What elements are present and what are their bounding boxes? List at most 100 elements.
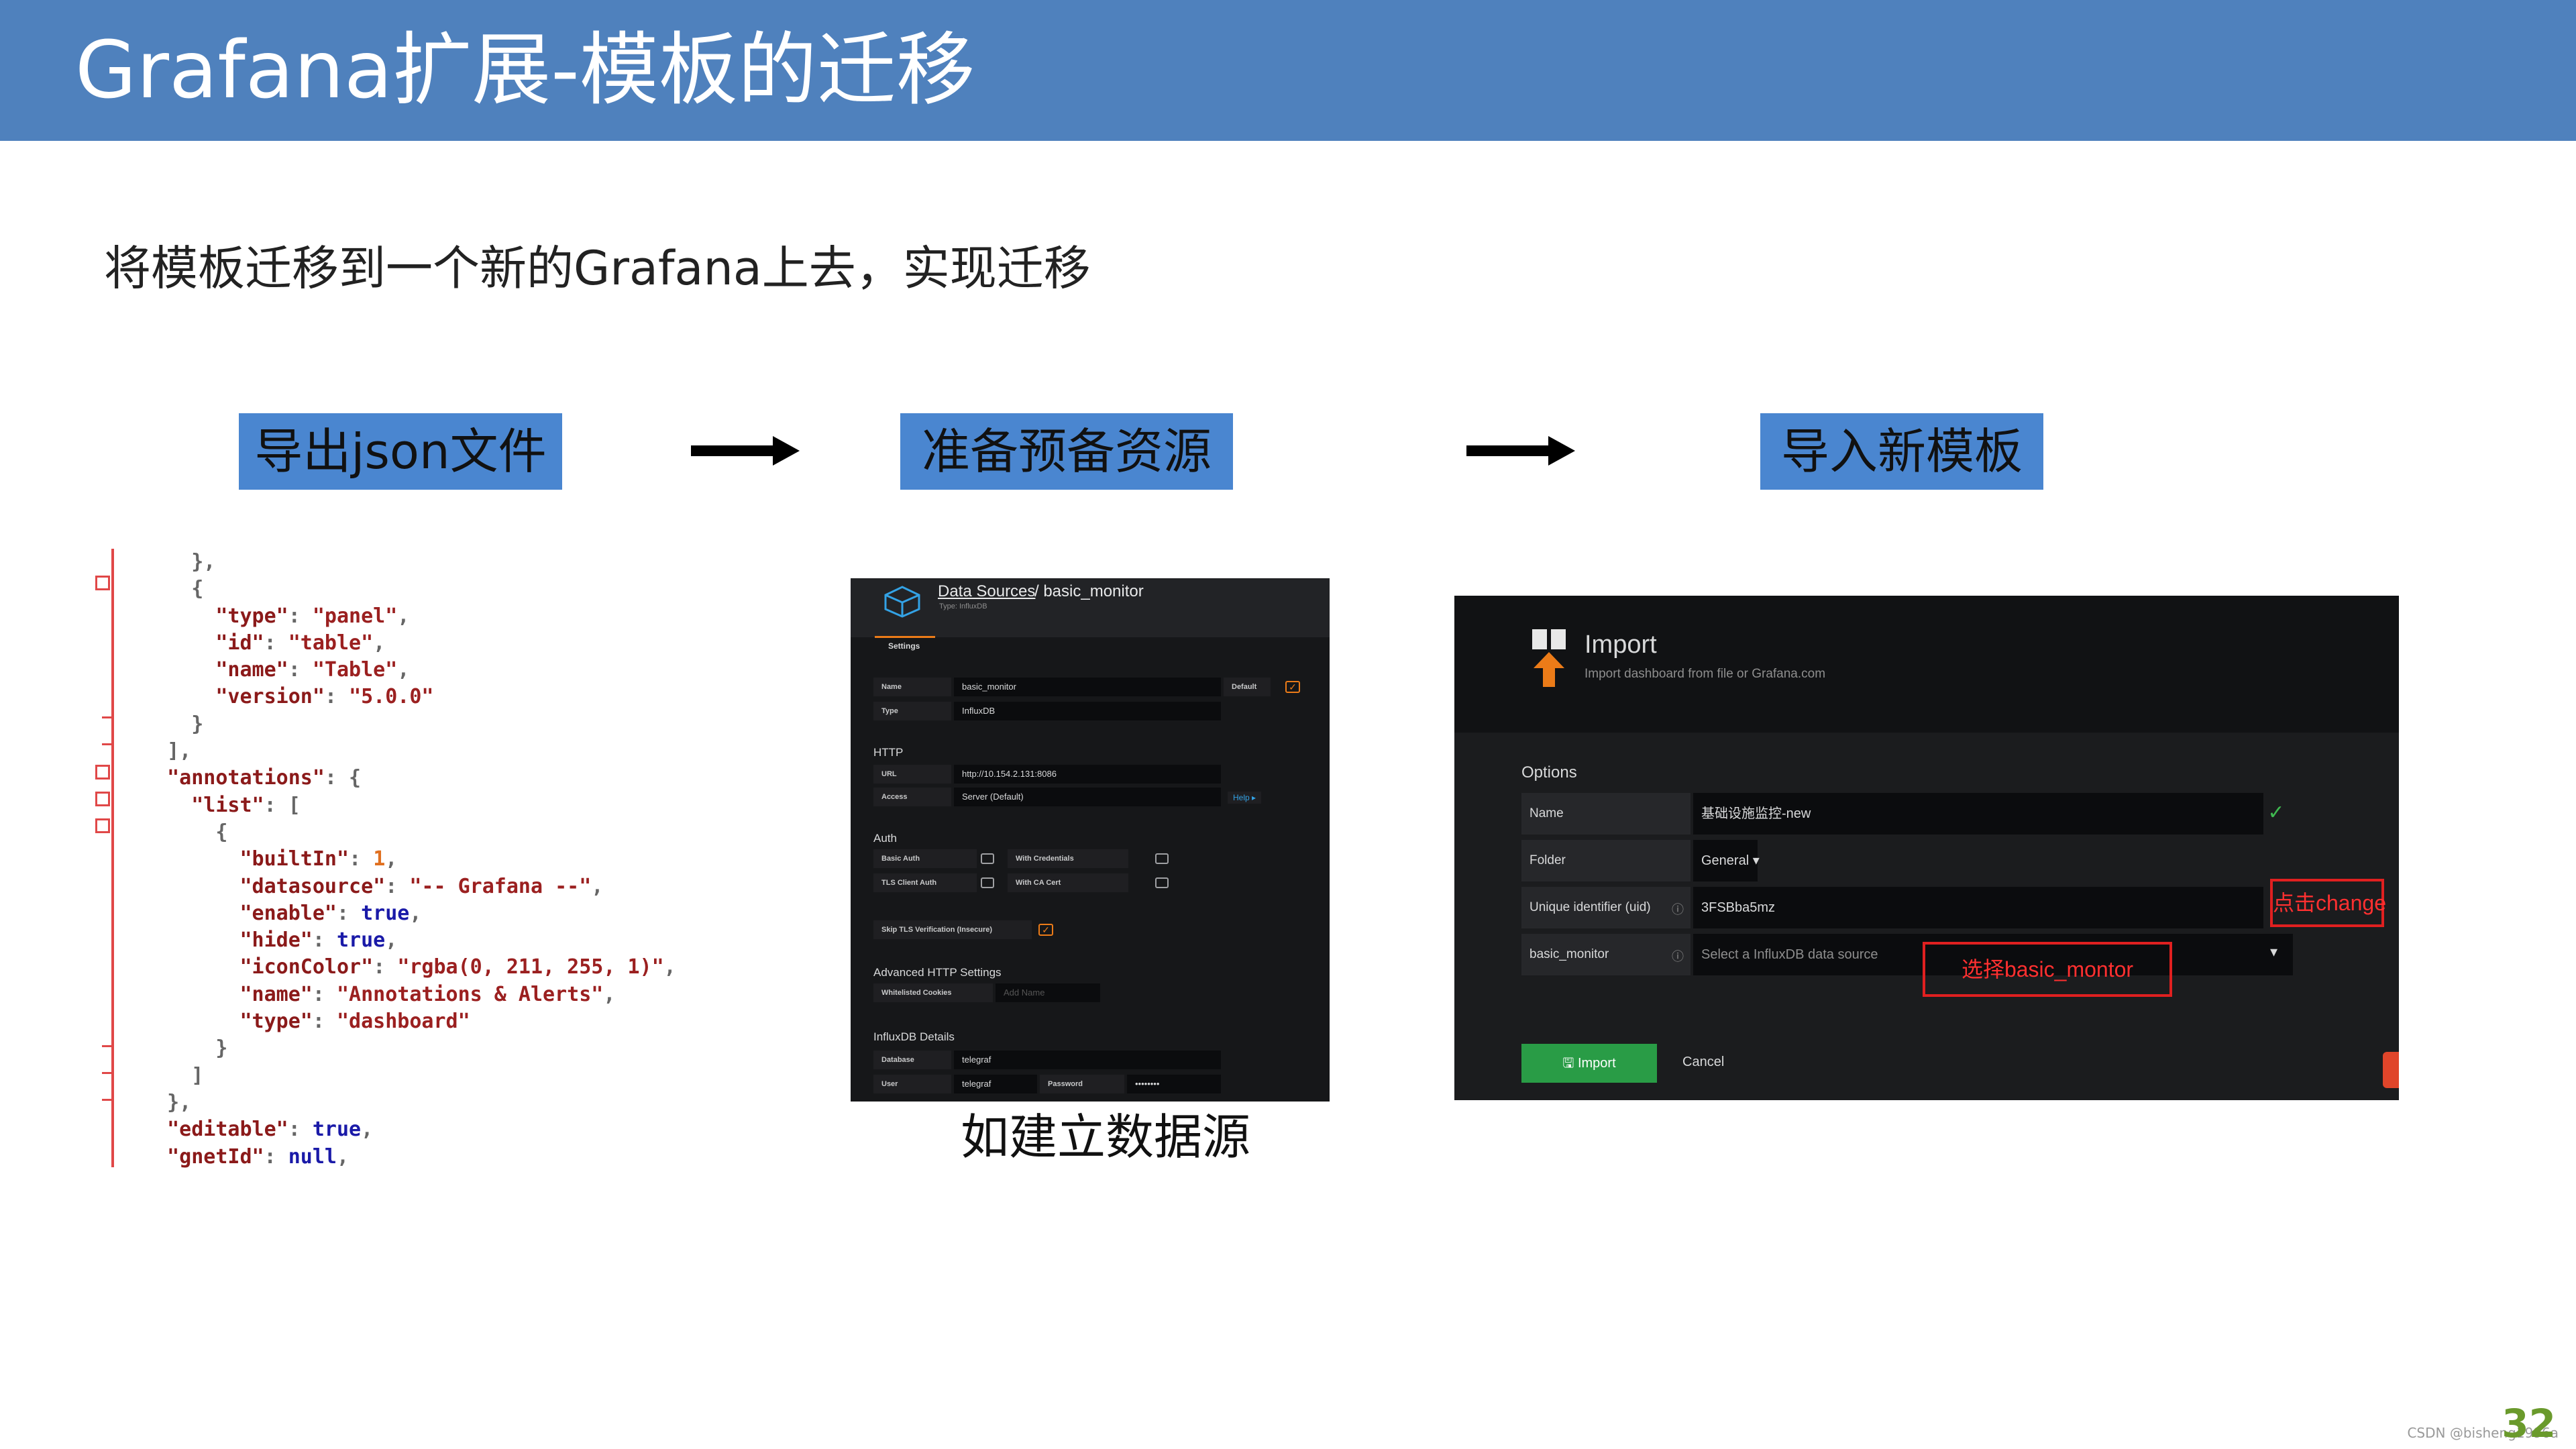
code-token: } [143, 712, 204, 736]
fold-line-marker [102, 1099, 111, 1101]
uid-label: Unique identifier (uid) [1521, 887, 1690, 928]
code-line: "editable": true, [143, 1116, 676, 1143]
fold-line-marker [102, 743, 111, 745]
code-token: "Annotations & Alerts" [337, 982, 604, 1006]
code-token: "id" [215, 631, 264, 655]
folder-select[interactable]: General ▾ [1693, 840, 1760, 881]
code-token: "datasource" [239, 874, 386, 898]
with-ca-cert-label: With CA Cert [1008, 873, 1128, 892]
code-token: : [288, 1118, 313, 1142]
code-token: "enable" [239, 901, 337, 925]
code-text: }, { "type": "panel", "id": "table", "na… [143, 549, 676, 1171]
code-line: }, [143, 1089, 676, 1116]
name-field-label: Name [873, 678, 951, 696]
code-token: , [385, 847, 398, 871]
skip-tls-checkbox[interactable]: ✓ [1038, 924, 1053, 936]
code-token: { [143, 820, 228, 844]
code-line: ], [143, 738, 676, 765]
basic-auth-label: Basic Auth [873, 849, 977, 868]
access-select[interactable]: Server (Default) [954, 788, 1221, 806]
code-line: "hide": true, [143, 927, 676, 954]
code-token: : [288, 658, 313, 682]
uid-input[interactable]: 3FSBba5mz [1693, 887, 2263, 928]
import-page-header [1454, 596, 2399, 733]
code-token: , [603, 982, 616, 1006]
default-checkbox[interactable]: ✓ [1285, 681, 1300, 693]
dashboard-name-input[interactable]: 基础设施监控-new [1693, 793, 2263, 835]
code-line: } [143, 711, 676, 738]
code-token: : [312, 1010, 337, 1034]
with-ca-cert-checkbox[interactable] [1155, 877, 1169, 888]
code-token: , [591, 874, 604, 898]
fold-toggle-icon [95, 818, 110, 833]
code-token: ], [143, 739, 192, 763]
datasource-screenshot: Data Sources / basic_monitor Type: Influ… [851, 578, 1330, 1102]
active-tab-indicator [875, 636, 935, 638]
http-section-title: HTTP [873, 746, 904, 759]
name-field-input[interactable]: basic_monitor [954, 678, 1221, 696]
code-token: "5.0.0" [349, 685, 434, 709]
code-line: "name": "Table", [143, 657, 676, 684]
code-line: }, [143, 549, 676, 576]
code-token: : [324, 685, 350, 709]
datasource-info-icon: ⓘ [1672, 950, 1684, 963]
fold-toggle-icon [95, 792, 110, 806]
code-line: "iconColor": "rgba(0, 211, 255, 1)", [143, 954, 676, 981]
slide-title: Grafana扩展-模板的迁移 [75, 23, 975, 116]
breadcrumb-datasources-link[interactable]: Data Sources [938, 582, 1035, 601]
code-token: true [312, 1118, 362, 1142]
code-token: "type" [215, 604, 288, 628]
with-credentials-checkbox[interactable] [1155, 853, 1169, 864]
url-field-input[interactable]: http://10.154.2.131:8086 [954, 765, 1221, 784]
code-line: "version": "5.0.0" [143, 684, 676, 710]
options-heading: Options [1521, 763, 1577, 782]
import-button[interactable]: 🖫 Import [1521, 1044, 1657, 1083]
code-token: "Table" [312, 658, 398, 682]
type-field-label: Type [873, 702, 951, 720]
code-token: : [349, 847, 374, 871]
code-line: "enable": true, [143, 900, 676, 927]
code-token: "dashboard" [337, 1010, 470, 1034]
database-input[interactable]: telegraf [954, 1051, 1221, 1069]
step-export-box: 导出json文件 [239, 413, 562, 490]
code-line: { [143, 576, 676, 602]
tls-client-auth-checkbox[interactable] [981, 877, 994, 888]
tls-client-auth-label: TLS Client Auth [873, 873, 977, 892]
fold-line-marker [102, 1045, 111, 1047]
skip-tls-label: Skip TLS Verification (Insecure) [873, 920, 1032, 939]
code-token: , [337, 1144, 350, 1169]
tab-settings[interactable]: Settings [888, 641, 920, 651]
code-token: null [288, 1144, 337, 1169]
step-import-box: 导入新模板 [1760, 413, 2043, 490]
code-token: }, [143, 1090, 192, 1114]
code-token: "version" [215, 685, 325, 709]
import-screenshot: Import Import dashboard from file or Gra… [1454, 596, 2399, 1100]
cancel-button[interactable]: Cancel [1682, 1055, 1724, 1070]
with-credentials-label: With Credentials [1008, 849, 1128, 868]
type-select[interactable]: InfluxDB [954, 702, 1221, 720]
code-line: "annotations": { [143, 765, 676, 792]
code-token: : [312, 982, 337, 1006]
code-line: "id": "table", [143, 630, 676, 657]
fold-line-marker [102, 1072, 111, 1074]
default-label: Default [1224, 678, 1271, 696]
import-title: Import [1585, 631, 1657, 659]
code-token: "annotations" [167, 766, 325, 790]
password-input[interactable]: •••••••• [1127, 1075, 1221, 1093]
help-link[interactable]: Help ▸ [1228, 792, 1262, 804]
user-input[interactable]: telegraf [954, 1075, 1037, 1093]
add-name-input[interactable]: Add Name [996, 983, 1100, 1002]
code-line: "builtIn": 1, [143, 846, 676, 873]
code-token: , [385, 928, 398, 953]
code-token: : [312, 928, 337, 953]
code-line: "list": [ [143, 792, 676, 819]
page-number: 32 [2502, 1401, 2556, 1446]
basic-auth-checkbox[interactable] [981, 853, 994, 864]
breadcrumb-current: / basic_monitor [1034, 582, 1144, 600]
code-token: , [373, 631, 386, 655]
